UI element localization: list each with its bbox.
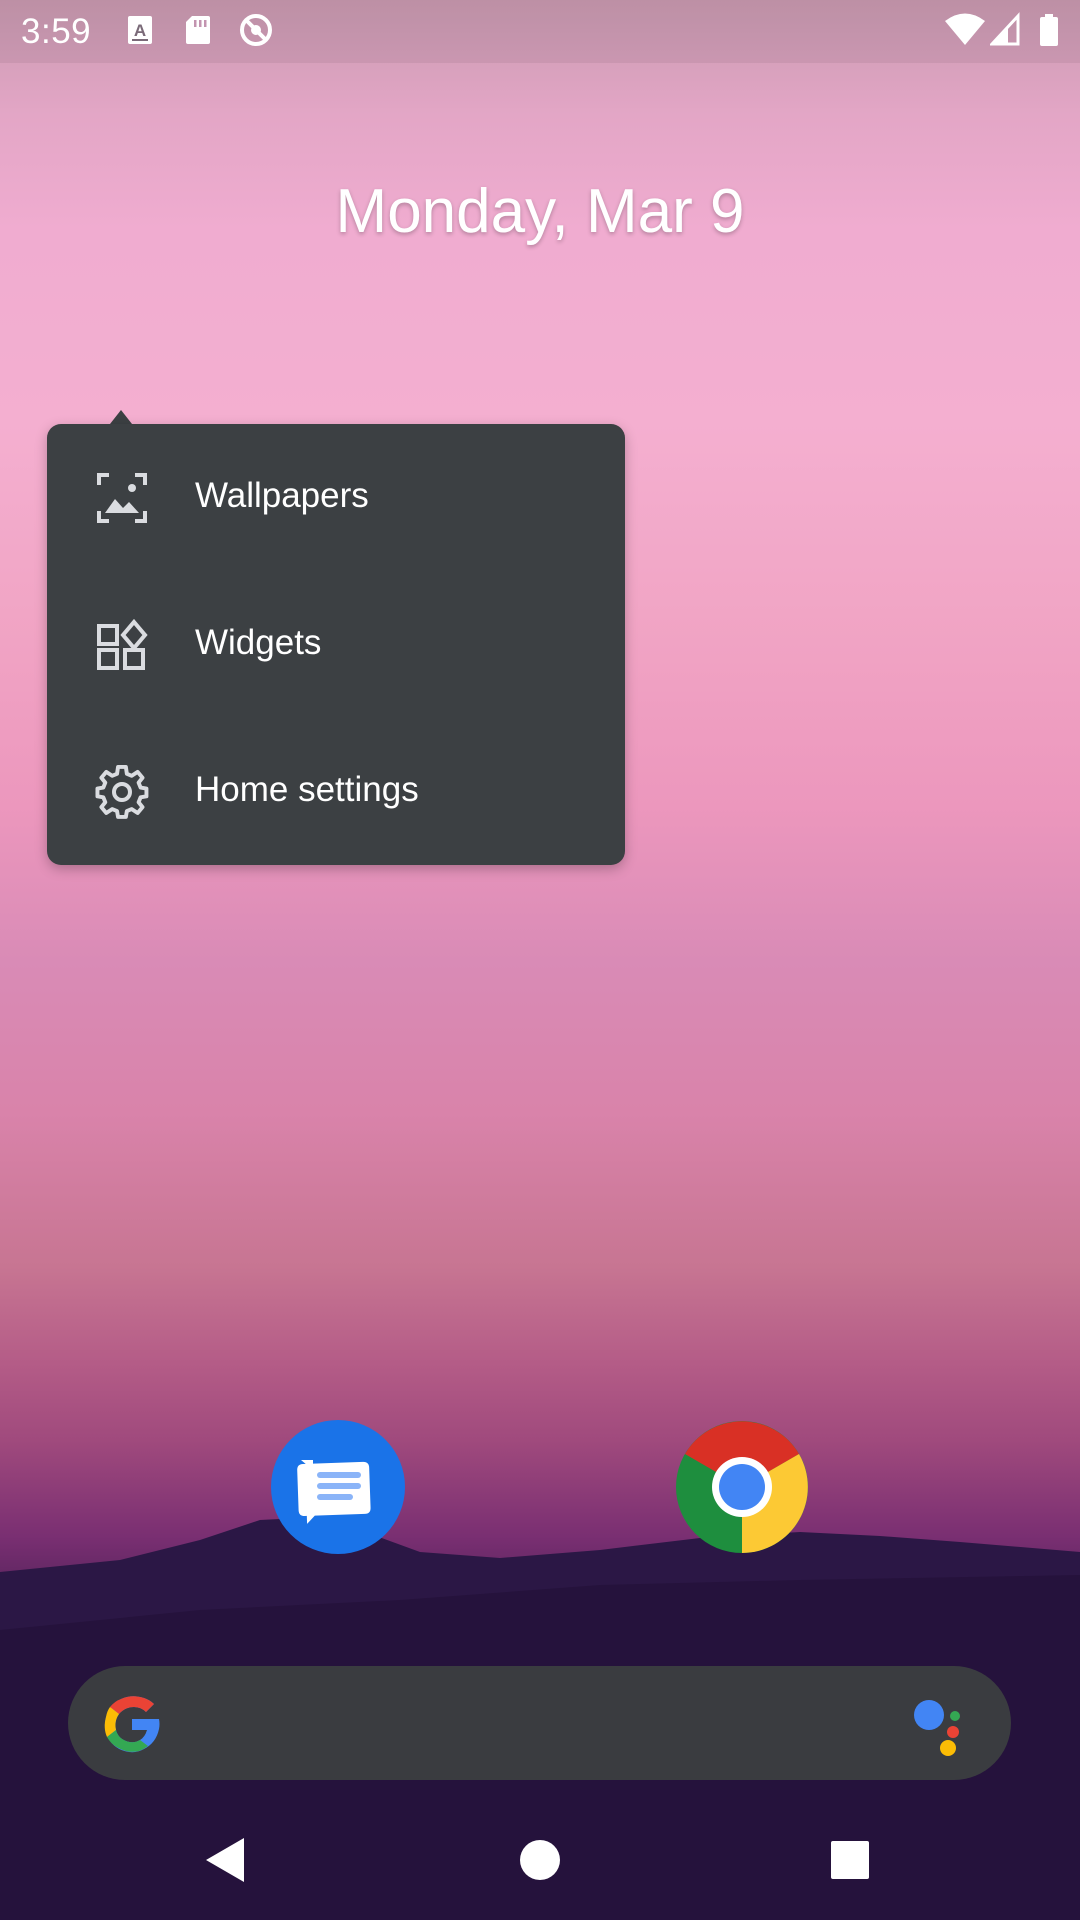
widgets-icon — [97, 618, 148, 670]
gear-icon — [95, 765, 149, 819]
recents-icon[interactable] — [820, 1830, 880, 1890]
menu-item-widgets[interactable]: Widgets — [47, 571, 625, 718]
menu-label-wallpapers: Wallpapers — [195, 476, 369, 515]
a-keyboard-icon: A — [128, 16, 152, 44]
date-widget[interactable]: Monday, Mar 9 — [0, 176, 1080, 247]
svg-text:A: A — [134, 21, 146, 40]
wallpaper-icon — [97, 473, 147, 523]
status-bar: 3:59 A — [0, 0, 1080, 63]
messages-app-icon[interactable] — [271, 1420, 405, 1554]
back-icon[interactable] — [196, 1830, 256, 1890]
google-g-icon[interactable] — [101, 1693, 163, 1755]
home-icon[interactable] — [510, 1830, 570, 1890]
sd-card-icon — [186, 16, 210, 44]
menu-item-wallpapers[interactable]: Wallpapers — [47, 424, 625, 571]
navigation-bar — [0, 1800, 1080, 1920]
google-assistant-icon[interactable] — [911, 1696, 971, 1756]
wifi-icon — [945, 13, 985, 45]
menu-item-home-settings[interactable]: Home settings — [47, 718, 625, 865]
chrome-logo-icon — [676, 1421, 808, 1553]
battery-icon — [1040, 14, 1058, 46]
home-screen[interactable]: 3:59 A Monday, Mar 9 Wallpapers Widgets … — [0, 0, 1080, 1920]
google-search-bar[interactable] — [68, 1666, 1011, 1780]
no-sync-icon — [240, 14, 272, 46]
status-time: 3:59 — [21, 12, 92, 51]
chrome-app-icon[interactable] — [675, 1420, 809, 1554]
menu-label-widgets: Widgets — [195, 623, 322, 662]
home-context-menu: Wallpapers Widgets Home settings — [47, 424, 625, 865]
cell-signal-icon — [990, 12, 1020, 46]
messages-bubble-icon — [297, 1460, 371, 1524]
popup-arrow — [110, 410, 132, 424]
menu-label-home-settings: Home settings — [195, 770, 419, 809]
